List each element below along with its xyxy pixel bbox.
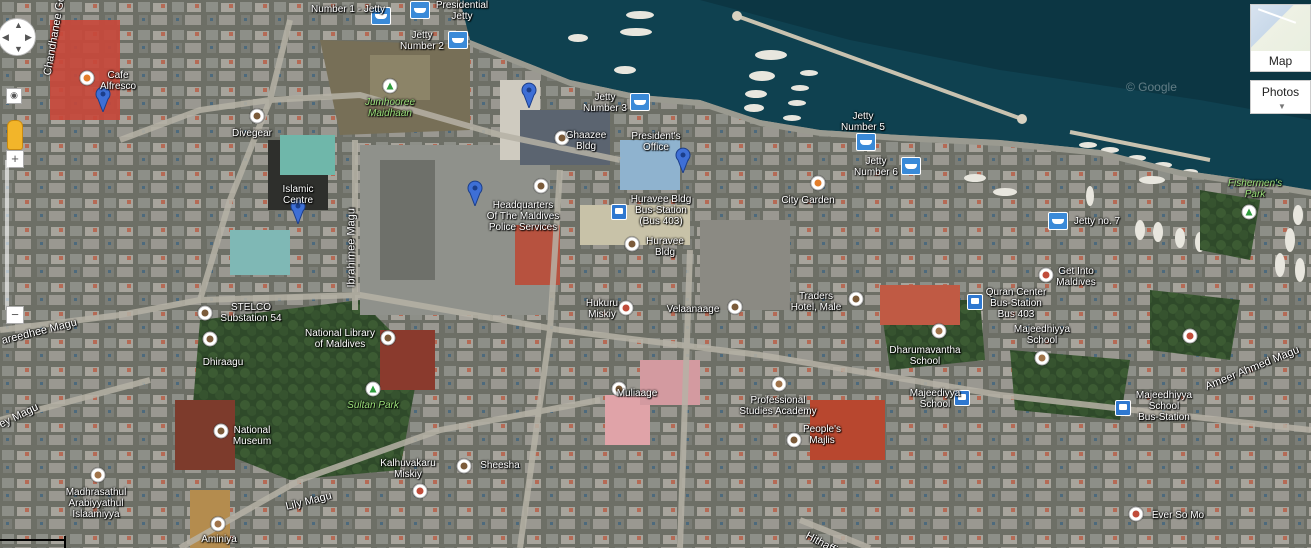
label-hukuru-miskiy: Hukuru Miskiy <box>585 298 619 320</box>
ferry-icon[interactable] <box>630 93 650 111</box>
zoom-slider[interactable] <box>5 160 9 310</box>
bus-icon[interactable] <box>1115 400 1131 416</box>
label-sultan-park: Sultan Park <box>347 400 399 411</box>
building-icon[interactable] <box>533 178 549 194</box>
label-national-museum: National Museum <box>232 425 272 447</box>
ghaazee-pin[interactable] <box>521 82 537 108</box>
label-peoples-majlis: People's Majlis <box>802 424 842 446</box>
label-stelco: STELCO Substation 54 <box>220 302 282 324</box>
label-presidents-office: President's Office <box>631 131 681 153</box>
building-icon[interactable] <box>202 331 218 347</box>
label-traders-hotel: Traders Hotel, Male <box>790 291 842 313</box>
label-divegear: Divegear <box>231 128 273 139</box>
shop-icon[interactable] <box>249 108 265 124</box>
ferry-icon[interactable] <box>901 157 921 175</box>
label-dhiraagu: Dhiraagu <box>202 357 244 368</box>
label-sheesha: Sheesha <box>480 460 520 471</box>
building-icon[interactable] <box>456 458 472 474</box>
label-presidential-jetty: Presidential Jetty <box>435 0 489 22</box>
label-majeedhiyya-school: Majeedhiyya School <box>1013 324 1071 346</box>
school-icon[interactable] <box>90 467 106 483</box>
ferry-icon[interactable] <box>410 1 430 19</box>
map-canvas[interactable]: © Google Number 1 - Jetty Presidential J… <box>0 0 1311 548</box>
photos-button[interactable]: Photos ▼ <box>1250 80 1311 114</box>
label-huravee-busstation: Huravee Bldg Bus-Station (Bus 403) <box>630 194 692 227</box>
pan-down-icon[interactable]: ▼ <box>14 45 23 54</box>
ferry-icon[interactable] <box>448 31 468 49</box>
mosque-icon[interactable] <box>412 483 428 499</box>
label-islamic-centre: Islamic Centre <box>282 184 314 206</box>
label-jetty-no7: Jetty no. 7 <box>1073 216 1121 227</box>
label-ever-so-mo: Ever So Mo <box>1151 510 1205 521</box>
label-number1-jetty: Number 1 - Jetty <box>311 4 385 15</box>
place-icon[interactable] <box>1128 506 1144 522</box>
label-dharumavantha-school: Dharumavantha School <box>889 345 961 367</box>
hotel-icon[interactable] <box>848 291 864 307</box>
ferry-icon[interactable] <box>1048 212 1068 230</box>
school-icon[interactable] <box>1034 350 1050 366</box>
zoom-out-button[interactable]: − <box>6 306 24 324</box>
label-jetty-number2: Jetty Number 2 <box>400 30 444 52</box>
restaurant-icon[interactable] <box>79 70 95 86</box>
police-hq-pin[interactable] <box>467 180 483 206</box>
label-madhrasathul: Madhrasathul Arabiyyathul Islaamiyya <box>65 487 127 520</box>
label-jetty-number3: Jetty Number 3 <box>583 92 627 114</box>
label-city-garden: City Garden <box>781 195 835 206</box>
park-icon[interactable] <box>382 78 398 94</box>
label-velaanaage: Velaanaage <box>666 304 720 315</box>
label-get-into-maldives: Get Into Maldives <box>1056 266 1096 288</box>
pegman-icon[interactable] <box>7 120 23 150</box>
place-icon[interactable] <box>1038 267 1054 283</box>
label-huravee-bldg: Huravee Bldg <box>646 236 684 258</box>
pan-left-icon[interactable]: ◀ <box>2 33 9 42</box>
label-jetty-number5: Jetty Number 5 <box>841 111 885 133</box>
park-icon[interactable] <box>365 381 381 397</box>
restaurant-icon[interactable] <box>810 175 826 191</box>
place-icon[interactable] <box>1182 328 1198 344</box>
mosque-icon[interactable] <box>618 300 634 316</box>
label-fishermens-park: Fishermen's Park <box>1227 178 1283 200</box>
road-ibrahimee-magu: Ibrahimee Magu <box>345 208 358 288</box>
label-aminiya: Aminiya <box>201 534 237 545</box>
school-icon[interactable] <box>210 516 226 532</box>
label-jumhooree-maidhaan: Jumhooree Maidhaan <box>364 97 416 119</box>
bus-icon[interactable] <box>967 294 983 310</box>
ferry-icon[interactable] <box>856 133 876 151</box>
park-icon[interactable] <box>1241 204 1257 220</box>
building-icon[interactable] <box>624 236 640 252</box>
camera-icon[interactable]: ◉ <box>6 88 22 104</box>
bus-icon[interactable] <box>611 204 627 220</box>
label-quran-center: Quran Center Bus-Station Bus 403 <box>985 287 1047 320</box>
label-kalhuvakaru-miskiy: Kalhuvakaru Miskiy <box>380 458 436 480</box>
library-icon[interactable] <box>380 330 396 346</box>
label-cafe-alfresco: Cafe Alfresco <box>99 70 137 92</box>
museum-icon[interactable] <box>213 423 229 439</box>
label-jetty-number6: Jetty Number 6 <box>854 156 898 178</box>
school-icon[interactable] <box>771 376 787 392</box>
school-icon[interactable] <box>931 323 947 339</box>
satellite-imagery[interactable] <box>0 0 1311 548</box>
label-ghaazee-bldg: Ghaazee Bldg <box>565 130 607 152</box>
chevron-down-icon[interactable]: ▼ <box>1278 103 1286 111</box>
label-majeediyya-school: Majeediyya School <box>909 388 961 410</box>
label-muliaage: Muliaage <box>616 388 658 399</box>
building-icon[interactable] <box>197 305 213 321</box>
map-type-label[interactable]: Map <box>1251 51 1310 71</box>
photos-label[interactable]: Photos <box>1262 85 1299 99</box>
building-icon[interactable] <box>727 299 743 315</box>
map-thumbnail[interactable] <box>1251 5 1310 51</box>
label-police-hq: Headquarters Of The Maldives Police Serv… <box>486 200 560 233</box>
building-icon[interactable] <box>786 432 802 448</box>
pan-up-icon[interactable]: ▲ <box>14 21 23 30</box>
map-type-button[interactable]: Map <box>1250 4 1311 72</box>
label-national-library: National Library of Maldives <box>304 328 376 350</box>
google-watermark: © Google <box>1126 80 1177 94</box>
label-professional-studies: Professional Studies Academy <box>739 395 817 417</box>
label-majeedhiyya-busstation: Majeedhiyya School Bus-Station <box>1135 390 1193 423</box>
pan-right-icon[interactable]: ▶ <box>25 33 32 42</box>
